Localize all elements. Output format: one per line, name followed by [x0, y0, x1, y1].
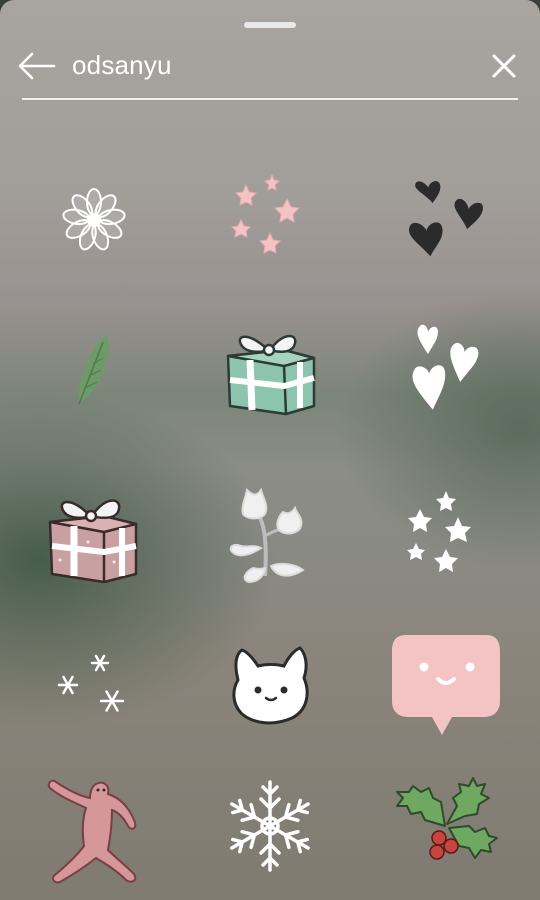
snowflake-sticker[interactable] — [180, 776, 360, 900]
snowflakes-sticker[interactable] — [4, 606, 184, 766]
dancing-pink-figure-sticker[interactable] — [4, 776, 184, 900]
pink-gift-box-sticker[interactable] — [4, 456, 184, 616]
black-hearts-sticker[interactable] — [356, 140, 536, 300]
search-underline — [22, 98, 518, 100]
clear-search-button[interactable] — [484, 46, 524, 86]
green-leaf-sticker[interactable] — [4, 290, 184, 450]
close-icon — [492, 54, 516, 78]
pink-stars-sticker[interactable] — [180, 140, 360, 300]
holly-sticker[interactable] — [356, 776, 536, 900]
white-stars-sticker[interactable] — [356, 456, 536, 616]
daisy-flower-sticker[interactable] — [4, 140, 184, 300]
search-input[interactable]: odsanyu — [72, 50, 172, 81]
teal-gift-box-sticker[interactable] — [180, 290, 360, 450]
search-bar: odsanyu — [0, 40, 540, 100]
white-flowers-sticker[interactable] — [180, 456, 360, 616]
sticker-search-sheet: odsanyu — [0, 0, 540, 900]
white-hearts-sticker[interactable] — [356, 290, 536, 450]
drag-handle[interactable] — [244, 22, 296, 28]
white-cat-face-sticker[interactable] — [180, 606, 360, 766]
pink-speech-bubble-sticker[interactable] — [356, 606, 536, 766]
sticker-grid — [0, 140, 540, 900]
back-button[interactable] — [14, 46, 58, 86]
arrow-left-icon — [18, 52, 56, 80]
